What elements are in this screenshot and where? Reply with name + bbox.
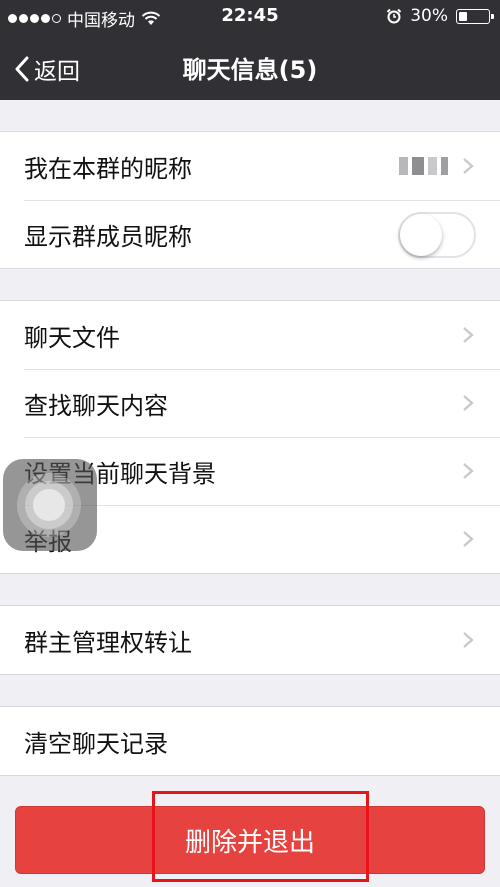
row-label: 显示群成员昵称 [24,222,192,251]
chevron-right-icon [463,531,474,547]
settings-group-clear: 清空聊天记录 [0,706,500,776]
row-chat-files[interactable]: 聊天文件 [0,301,500,369]
status-right: 30% [386,6,494,26]
battery-percent: 30% [410,6,448,26]
battery-icon [456,8,494,24]
settings-group-owner: 群主管理权转让 [0,605,500,675]
row-search-chat[interactable]: 查找聊天内容 [0,369,500,437]
row-transfer-ownership[interactable]: 群主管理权转让 [0,606,500,674]
row-my-group-nickname[interactable]: 我在本群的昵称 [0,132,500,200]
chevron-right-icon [463,632,474,648]
row-clear-history[interactable]: 清空聊天记录 [0,707,500,775]
page-title: 聊天信息(5) [182,56,318,84]
alarm-clock-icon [386,8,402,24]
chevron-right-icon [463,158,474,174]
toggle-knob [400,214,442,256]
nav-bar: 返回 聊天信息(5) [0,34,500,100]
row-show-member-nicknames: 显示群成员昵称 [0,200,500,268]
top-bar: 中国移动 22:45 30% 返回 聊天信息(5) [0,0,500,100]
row-label: 群主管理权转让 [24,628,192,657]
assistive-touch-button[interactable] [3,459,97,551]
nickname-value-blurred [399,157,448,175]
settings-group-nickname: 我在本群的昵称 显示群成员昵称 [0,131,500,269]
chevron-right-icon [463,327,474,343]
row-label: 查找聊天内容 [24,391,168,420]
status-bar: 中国移动 22:45 30% [0,0,500,34]
row-label: 聊天文件 [24,323,120,352]
show-nickname-toggle[interactable] [398,212,476,258]
row-label: 我在本群的昵称 [24,154,192,183]
chevron-right-icon [463,463,474,479]
row-label: 清空聊天记录 [24,729,168,758]
highlight-box [152,791,369,882]
chevron-right-icon [463,395,474,411]
